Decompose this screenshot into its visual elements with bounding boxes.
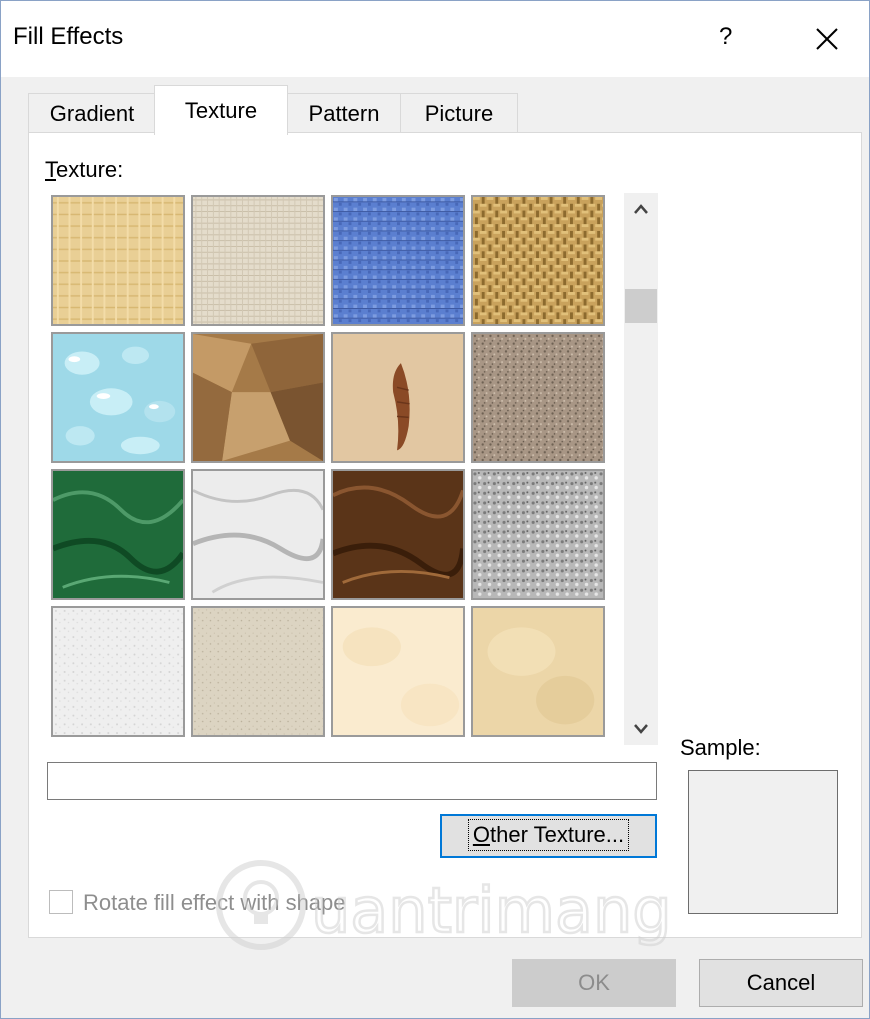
tab-texture[interactable]: Texture bbox=[154, 85, 288, 135]
white-marble-swatch bbox=[193, 471, 323, 598]
texture-label-accelerator: T bbox=[45, 157, 56, 182]
denim-swatch bbox=[333, 197, 463, 324]
scroll-thumb[interactable] bbox=[625, 289, 657, 323]
tab-picture[interactable]: Picture bbox=[400, 93, 518, 134]
title-bar: Fill Effects ? bbox=[1, 1, 869, 77]
dialog-title: Fill Effects bbox=[13, 23, 124, 50]
texture-label: Texture: bbox=[45, 157, 123, 183]
other-texture-label: ther Texture... bbox=[490, 822, 625, 847]
tab-gradient[interactable]: Gradient bbox=[28, 93, 156, 134]
scroll-down-button[interactable] bbox=[624, 711, 658, 745]
texture-green-marble[interactable] bbox=[51, 469, 185, 600]
texture-label-text: exture: bbox=[56, 157, 124, 182]
texture-granite[interactable] bbox=[471, 469, 605, 600]
texture-grid bbox=[47, 193, 613, 745]
texture-newsprint[interactable] bbox=[51, 606, 185, 737]
cancel-button[interactable]: Cancel bbox=[699, 959, 863, 1007]
texture-papyrus[interactable] bbox=[51, 195, 185, 326]
papyrus-swatch bbox=[53, 197, 183, 324]
texture-fish-fossil[interactable] bbox=[331, 332, 465, 463]
granite-swatch bbox=[473, 471, 603, 598]
other-texture-accelerator: O bbox=[472, 822, 490, 847]
fill-effects-dialog: Fill Effects ? Gradient Texture Pattern … bbox=[0, 0, 870, 1019]
brown-marble-swatch bbox=[333, 471, 463, 598]
texture-scrollbar[interactable] bbox=[624, 193, 658, 745]
parchment-swatch bbox=[333, 608, 463, 735]
close-icon bbox=[816, 28, 838, 50]
stationery-swatch bbox=[473, 608, 603, 735]
texture-water-droplets[interactable] bbox=[51, 332, 185, 463]
other-texture-button[interactable]: Other Texture... bbox=[440, 814, 657, 858]
ok-button[interactable]: OK bbox=[512, 959, 676, 1007]
close-button[interactable] bbox=[807, 19, 847, 59]
texture-parchment[interactable] bbox=[331, 606, 465, 737]
scroll-up-button[interactable] bbox=[624, 193, 658, 227]
texture-sand[interactable] bbox=[471, 332, 605, 463]
texture-brown-marble[interactable] bbox=[331, 469, 465, 600]
texture-woven-mat[interactable] bbox=[471, 195, 605, 326]
fish-fossil-swatch bbox=[333, 334, 463, 461]
rotate-fill-checkbox[interactable]: Rotate fill effect with shape bbox=[49, 890, 346, 916]
texture-paper-bag[interactable] bbox=[191, 332, 325, 463]
water-droplets-swatch bbox=[53, 334, 183, 461]
texture-panel: Texture: Other Texture... Sample: Rotate… bbox=[28, 132, 862, 938]
sample-preview bbox=[688, 770, 838, 914]
paper-bag-swatch bbox=[193, 334, 323, 461]
texture-canvas[interactable] bbox=[191, 195, 325, 326]
texture-white-marble[interactable] bbox=[191, 469, 325, 600]
texture-name-field bbox=[47, 762, 657, 800]
sample-label: Sample: bbox=[680, 735, 761, 760]
newsprint-swatch bbox=[53, 608, 183, 735]
chevron-up-icon bbox=[634, 204, 648, 214]
texture-denim[interactable] bbox=[331, 195, 465, 326]
canvas-swatch bbox=[193, 197, 323, 324]
chevron-down-icon bbox=[634, 724, 648, 734]
green-marble-swatch bbox=[53, 471, 183, 598]
tab-pattern[interactable]: Pattern bbox=[286, 93, 402, 134]
texture-recycled-paper[interactable] bbox=[191, 606, 325, 737]
sand-swatch bbox=[473, 334, 603, 461]
recycled-paper-swatch bbox=[193, 608, 323, 735]
rotate-fill-label: Rotate fill effect with shape bbox=[83, 890, 346, 915]
checkbox-box[interactable] bbox=[49, 890, 73, 915]
texture-stationery[interactable] bbox=[471, 606, 605, 737]
help-button[interactable]: ? bbox=[719, 23, 732, 51]
woven-mat-swatch bbox=[473, 197, 603, 324]
